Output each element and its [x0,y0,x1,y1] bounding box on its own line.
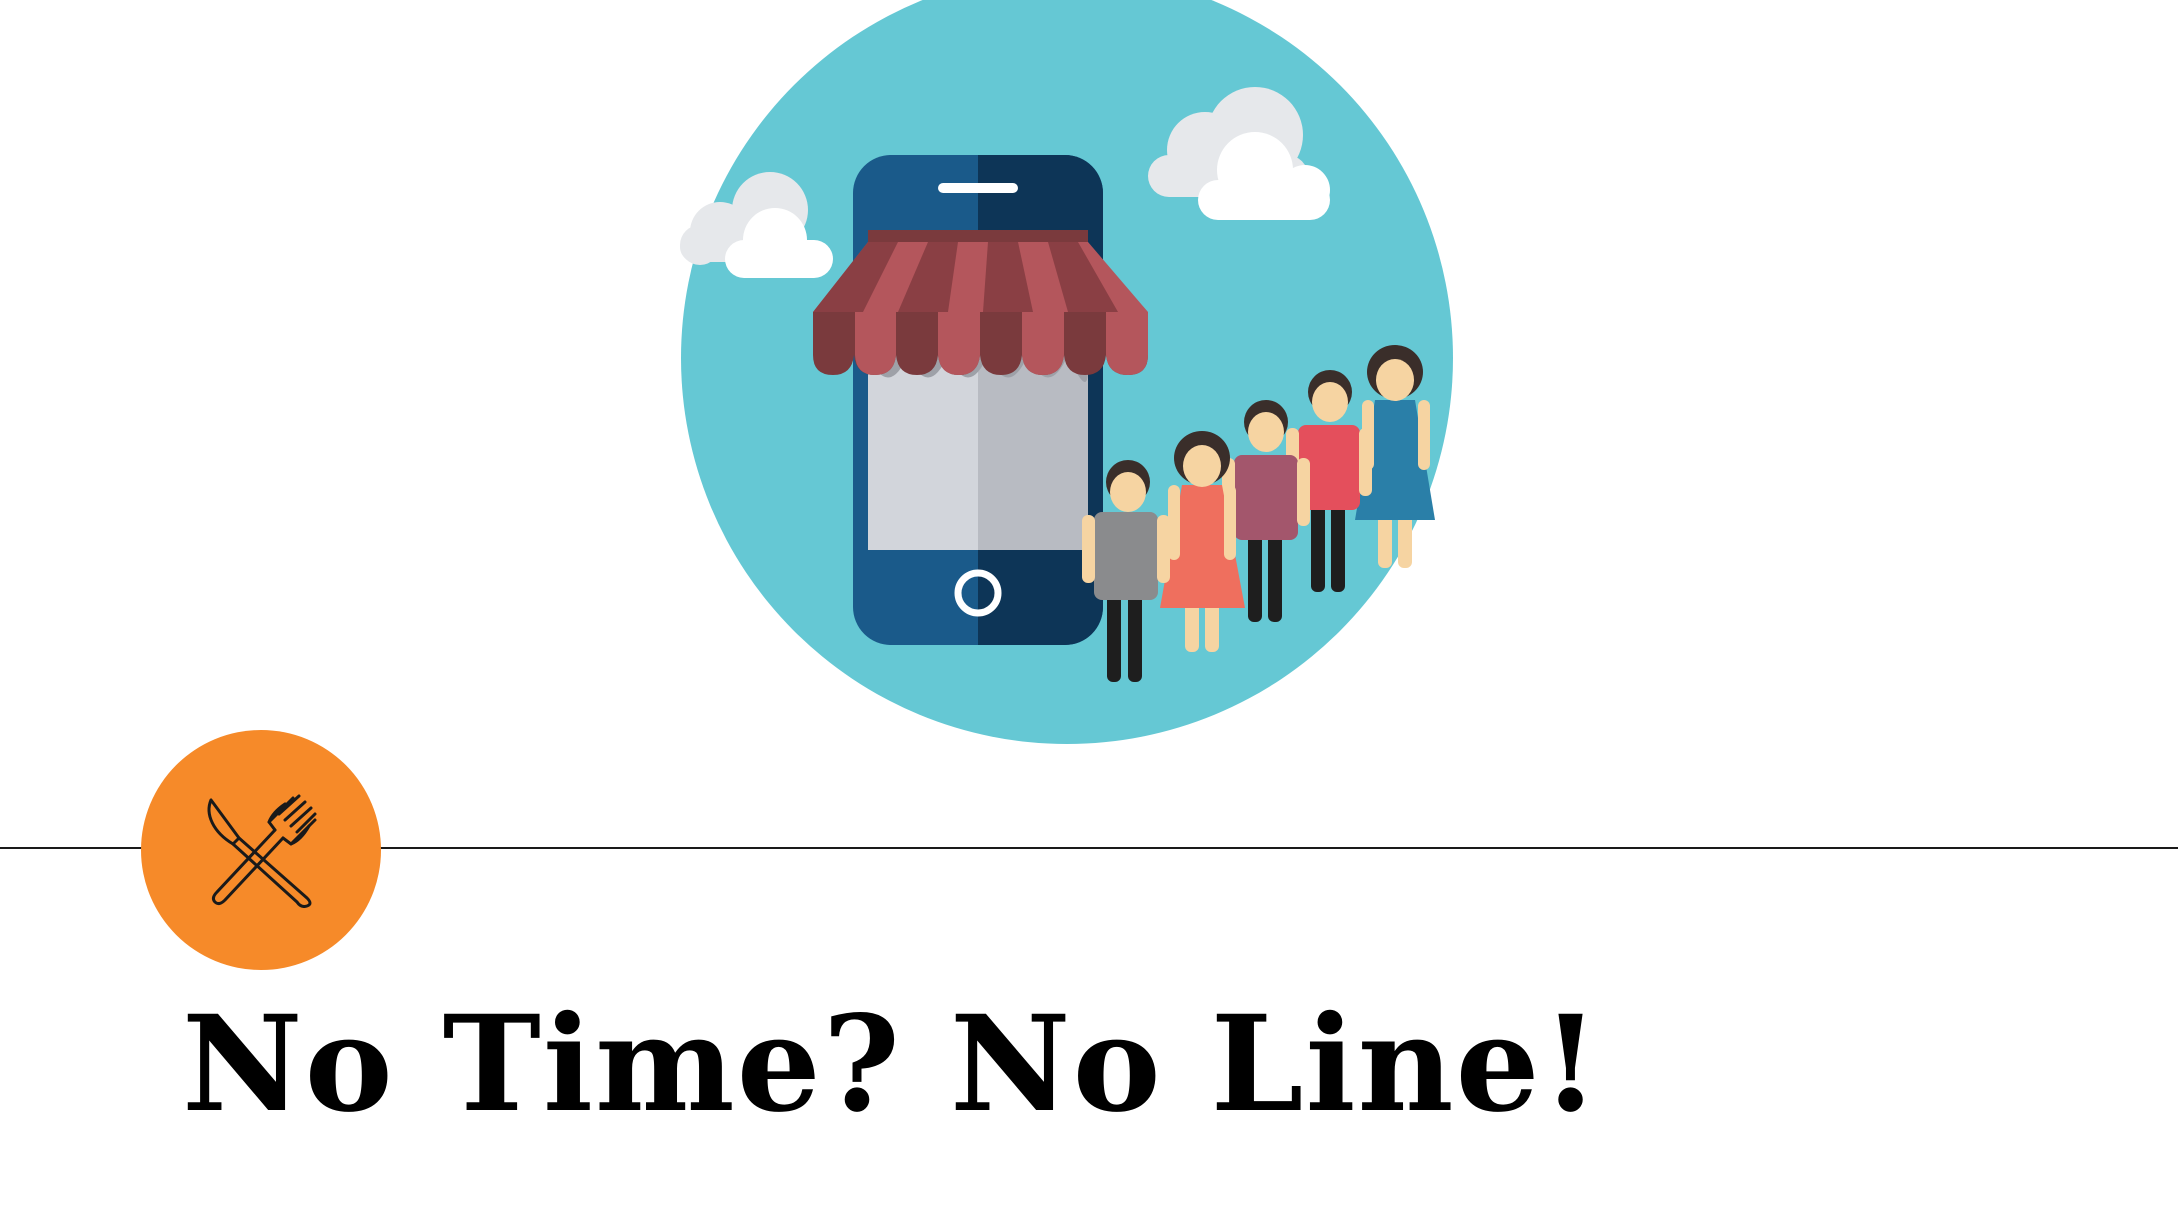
slide-title: No Time? No Line! [182,987,1602,1142]
slide: No Time? No Line! [0,0,2178,1210]
phone-icon [853,155,1103,645]
restaurant-badge [141,730,381,970]
mobile-store-illustration [680,0,1453,744]
fork-and-knife-icon [207,794,317,908]
